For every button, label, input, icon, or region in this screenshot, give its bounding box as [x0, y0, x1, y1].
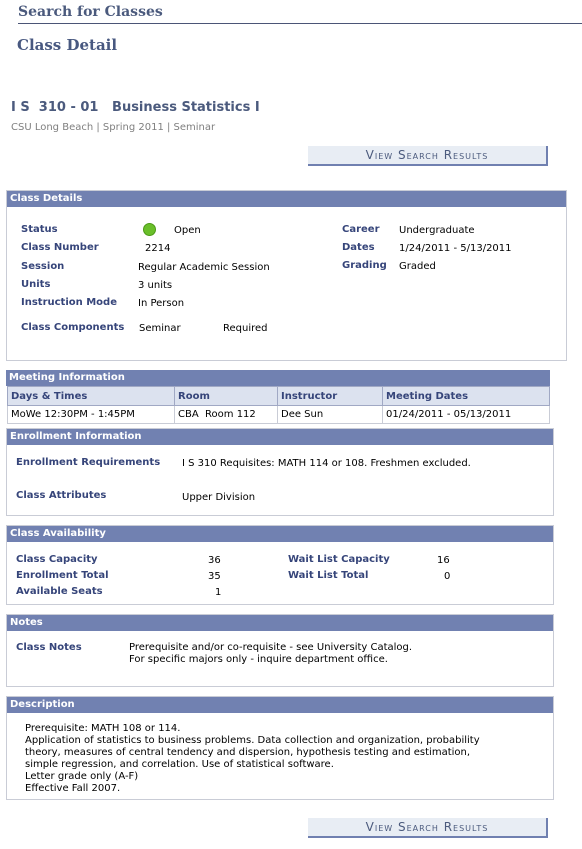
- session-value: Regular Academic Session: [138, 262, 270, 273]
- group-heading: Meeting Information: [6, 370, 550, 386]
- meeting-dates-cell: 01/24/2011 - 05/13/2011: [382, 405, 550, 424]
- button-label: View Search Results: [365, 148, 489, 162]
- class-notes-line-1: Prerequisite and/or co-requisite - see U…: [129, 642, 413, 653]
- class-components-required: Required: [223, 323, 268, 334]
- instruction-mode-value: In Person: [138, 298, 185, 309]
- dates-value: 1/24/2011 - 5/13/2011: [399, 243, 512, 254]
- class-number-value: 2214: [145, 243, 171, 254]
- session-label: Session: [21, 261, 65, 272]
- available-seats-value: 1: [215, 587, 222, 598]
- meeting-table: Days & Times Room Instructor Meeting Dat…: [7, 386, 550, 424]
- grading-label: Grading: [342, 260, 387, 271]
- wait-list-capacity-label: Wait List Capacity: [288, 554, 390, 565]
- table-row: MoWe 12:30PM - 1:45PM CBA Room 112 Dee S…: [7, 405, 550, 424]
- instructor-cell: Dee Sun: [277, 405, 383, 424]
- career-value: Undergraduate: [399, 225, 475, 236]
- open-circle-icon: [143, 223, 156, 236]
- group-heading: Enrollment Information: [7, 429, 553, 445]
- room-cell: CBA Room 112: [174, 405, 278, 424]
- description-text: Prerequisite: MATH 108 or 114. Applicati…: [25, 723, 480, 794]
- class-notes-label: Class Notes: [16, 642, 82, 653]
- enrollment-requirements-label: Enrollment Requirements: [16, 457, 161, 468]
- class-number-label: Class Number: [21, 242, 99, 253]
- days-times-cell: MoWe 12:30PM - 1:45PM: [7, 405, 175, 424]
- view-search-results-button-top[interactable]: View Search Results: [308, 146, 548, 166]
- class-attributes-value: Upper Division: [182, 492, 256, 503]
- column-header: Meeting Dates: [382, 386, 550, 406]
- group-heading: Notes: [7, 615, 553, 631]
- units-label: Units: [21, 279, 51, 290]
- wait-list-total-label: Wait List Total: [288, 570, 369, 581]
- wait-list-total-value: 0: [444, 571, 451, 582]
- group-heading: Description: [7, 697, 553, 713]
- dates-label: Dates: [342, 242, 375, 253]
- enrollment-total-label: Enrollment Total: [16, 570, 109, 581]
- class-attributes-label: Class Attributes: [16, 490, 107, 501]
- wait-list-capacity-value: 16: [437, 555, 450, 566]
- units-value: 3 units: [138, 280, 173, 291]
- view-search-results-button-bottom[interactable]: View Search Results: [308, 818, 548, 838]
- group-heading: Class Details: [7, 191, 566, 207]
- class-details-group: Class Details: [6, 190, 567, 361]
- page-header: Search for Classes: [18, 4, 582, 24]
- status-value: Open: [174, 225, 201, 236]
- enrollment-total-value: 35: [208, 571, 221, 582]
- available-seats-label: Available Seats: [16, 586, 103, 597]
- column-header: Days & Times: [7, 386, 175, 406]
- class-notes-line-2: For specific majors only - inquire depar…: [129, 654, 388, 665]
- class-title: I S 310 - 01 Business Statistics I: [11, 100, 260, 115]
- class-capacity-label: Class Capacity: [16, 554, 98, 565]
- group-heading: Class Availability: [7, 526, 553, 542]
- grading-value: Graded: [399, 261, 436, 272]
- column-header: Instructor: [277, 386, 383, 406]
- column-header: Room: [174, 386, 278, 406]
- status-label: Status: [21, 224, 58, 235]
- button-label: View Search Results: [365, 820, 489, 834]
- career-label: Career: [342, 224, 380, 235]
- breadcrumb-title: Search for Classes: [18, 4, 163, 20]
- enrollment-requirements-value: I S 310 Requisites: MATH 114 or 108. Fre…: [182, 458, 471, 469]
- enrollment-information-group: Enrollment Information: [6, 428, 554, 516]
- class-capacity-value: 36: [208, 555, 221, 566]
- table-header-row: Days & Times Room Instructor Meeting Dat…: [7, 386, 550, 406]
- page-title: Class Detail: [17, 36, 118, 54]
- class-subtitle: CSU Long Beach | Spring 2011 | Seminar: [11, 122, 216, 133]
- class-components-value: Seminar: [139, 323, 181, 334]
- instruction-mode-label: Instruction Mode: [21, 297, 117, 308]
- class-components-label: Class Components: [21, 322, 125, 333]
